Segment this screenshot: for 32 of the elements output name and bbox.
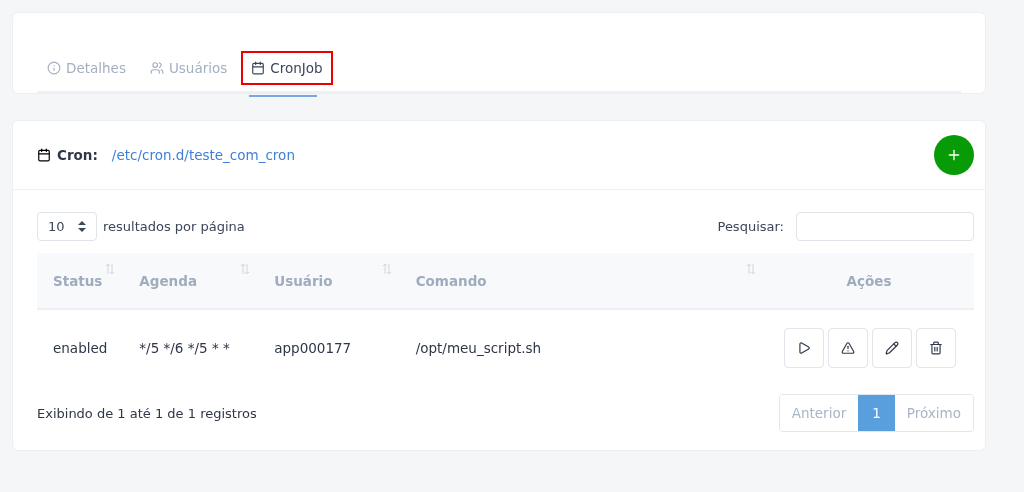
page-button[interactable]: 1 [858, 395, 895, 431]
column-header[interactable]: Comando [399, 253, 764, 309]
column-header[interactable]: Status [37, 253, 124, 309]
calendar-icon [251, 61, 266, 75]
table-info: Exibindo de 1 até 1 de 1 registros [37, 405, 257, 421]
add-button[interactable] [934, 135, 974, 175]
run-button[interactable] [784, 328, 824, 368]
column-header[interactable]: Ações [764, 253, 974, 309]
column-header[interactable]: Usuário [258, 253, 400, 309]
cron-path-link[interactable]: /etc/cron.d/teste_com_cron [111, 147, 928, 163]
info-icon [47, 61, 61, 75]
delete-button[interactable] [916, 328, 956, 368]
warning-button[interactable] [828, 328, 868, 368]
table-cell: app000177 [258, 309, 400, 386]
play-icon [797, 341, 811, 355]
sort-caret-icon [78, 221, 86, 232]
warning-icon [841, 341, 855, 355]
page-size-label: resultados por página [103, 219, 245, 234]
plus-icon [946, 147, 962, 163]
search-field[interactable] [796, 212, 974, 241]
table-cell: /opt/meu_script.sh [399, 309, 764, 386]
calendar-icon [37, 148, 51, 162]
table-cell: enabled [37, 309, 124, 386]
cron-label: Cron: [57, 147, 98, 163]
page-size-select[interactable]: 10 [37, 212, 97, 241]
trash-icon [929, 341, 943, 355]
pencil-icon [885, 341, 899, 355]
column-header[interactable]: Agenda [123, 253, 259, 309]
table-cell: */5 */6 */5 * * [123, 309, 259, 386]
search-label: Pesquisar: [717, 219, 784, 234]
users-icon [149, 61, 164, 75]
edit-button[interactable] [872, 328, 912, 368]
